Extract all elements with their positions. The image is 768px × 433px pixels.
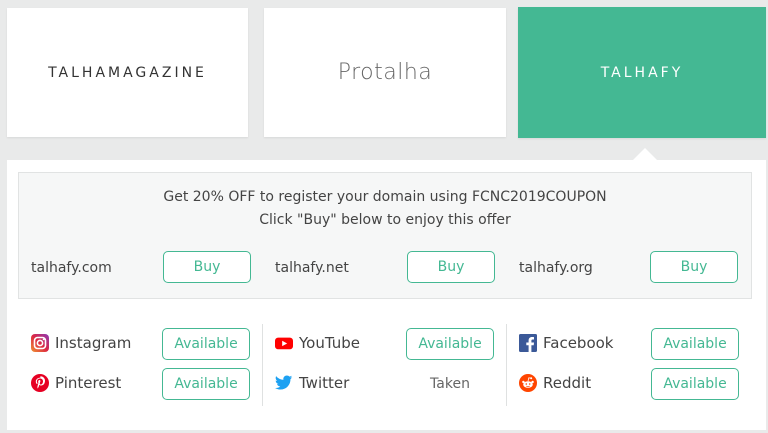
social-label: Twitter [299, 374, 350, 392]
social-item-twitter: Twitter [275, 374, 349, 392]
column-divider [506, 324, 507, 406]
reddit-status-button[interactable]: Available [651, 368, 739, 400]
name-card-label: TALHAMAGAZINE [48, 64, 207, 81]
name-card-label: Protalha [337, 60, 433, 85]
domain-offer-box: Get 20% OFF to register your domain usin… [18, 172, 752, 299]
twitter-icon [275, 374, 293, 392]
social-label: Pinterest [55, 374, 122, 392]
social-item-pinterest: Pinterest [31, 374, 121, 392]
social-item-reddit: Reddit [519, 374, 591, 392]
detail-panel: Get 20% OFF to register your domain usin… [7, 160, 766, 430]
social-item-youtube: YouTube [275, 334, 360, 352]
instagram-icon [31, 334, 49, 352]
buy-button-org[interactable]: Buy [650, 251, 738, 283]
instagram-status-button[interactable]: Available [162, 328, 250, 360]
youtube-status-button[interactable]: Available [406, 328, 494, 360]
social-label: Facebook [543, 334, 614, 352]
name-card-protalha[interactable]: Protalha [264, 8, 506, 137]
offer-instruction: Click "Buy" below to enjoy this offer [259, 212, 511, 228]
buy-button-com[interactable]: Buy [163, 251, 251, 283]
pinterest-status-button[interactable]: Available [162, 368, 250, 400]
domain-name-com: talhafy.com [31, 260, 112, 276]
social-label: Reddit [543, 374, 592, 392]
domain-name-net: talhafy.net [275, 260, 349, 276]
domain-name-org: talhafy.org [519, 260, 593, 276]
youtube-icon [275, 334, 293, 352]
column-divider [262, 324, 263, 406]
facebook-icon [519, 334, 537, 352]
selection-pointer [633, 148, 657, 160]
offer-text: Get 20% OFF to register your domain usin… [163, 189, 607, 205]
name-card-label: TALHAFY [600, 64, 684, 81]
social-label: YouTube [299, 334, 360, 352]
social-item-facebook: Facebook [519, 334, 613, 352]
name-card-talhamagazine[interactable]: TALHAMAGAZINE [7, 8, 248, 137]
buy-button-net[interactable]: Buy [407, 251, 495, 283]
reddit-icon [519, 374, 537, 392]
facebook-status-button[interactable]: Available [651, 328, 739, 360]
social-label: Instagram [55, 334, 132, 352]
social-item-instagram: Instagram [31, 334, 131, 352]
name-card-talhafy-selected[interactable]: TALHAFY [518, 7, 766, 138]
pinterest-icon [31, 374, 49, 392]
twitter-status-taken: Taken [430, 376, 470, 392]
